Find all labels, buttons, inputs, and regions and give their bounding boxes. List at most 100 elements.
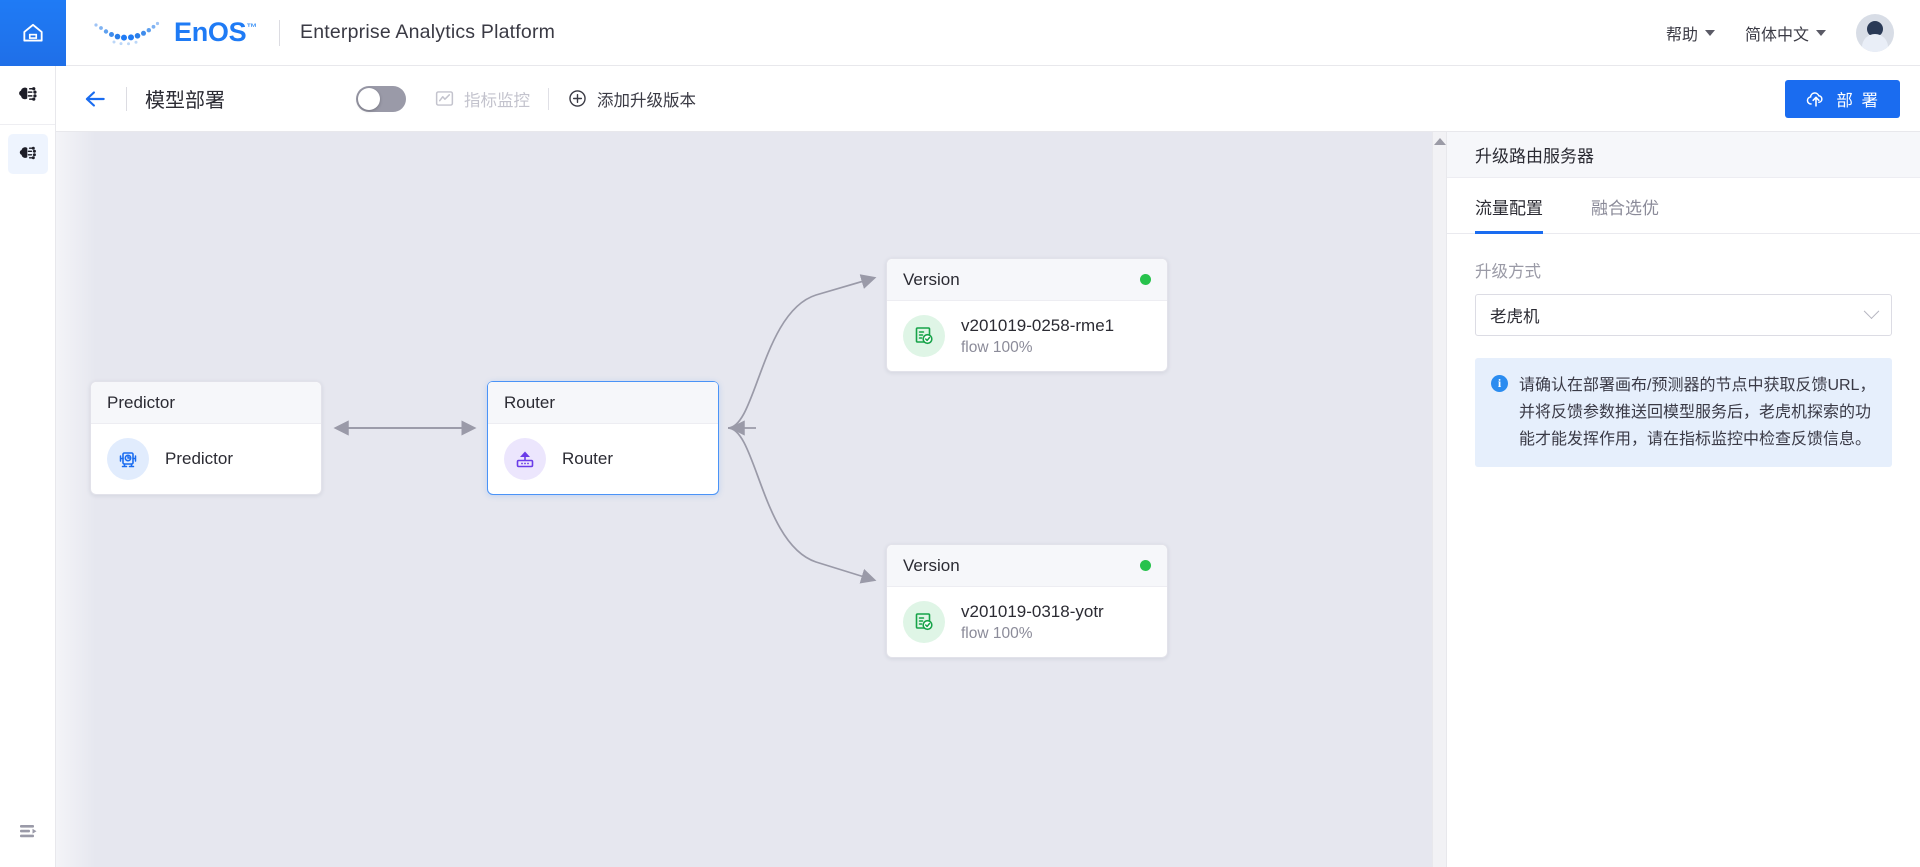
node-body: v201019-0318-yotr flow 100% — [887, 587, 1167, 657]
node-header-label: Predictor — [107, 392, 176, 412]
ai-model-icon — [19, 146, 36, 160]
add-upgrade-version-label: 添加升级版本 — [597, 91, 696, 110]
avatar[interactable] — [1856, 13, 1894, 52]
node-header: Version — [887, 259, 1167, 301]
node-label: Router — [562, 449, 614, 468]
node-header: Version — [887, 545, 1167, 587]
tab-fusion-optimization[interactable]: 融合选优 — [1591, 194, 1659, 233]
node-version-1[interactable]: Version v201019-0258-rme1 flow 100% — [886, 258, 1168, 372]
tab-traffic-config[interactable]: 流量配置 — [1475, 194, 1543, 234]
page-toolbar: 模型部署 指标监控 添加升级版本 部 署 — [56, 66, 1920, 132]
add-upgrade-version-button[interactable]: 添加升级版本 — [567, 87, 696, 111]
sidebar-item-model-deployment[interactable] — [0, 125, 56, 183]
home-button[interactable] — [0, 0, 66, 66]
canvas-scrollbar[interactable] — [1432, 132, 1446, 867]
node-body: Predictor — [91, 424, 321, 494]
node-label: v201019-0258-rme1 — [961, 315, 1115, 335]
collapse-panel-icon — [20, 825, 37, 838]
node-texts: Predictor — [165, 449, 233, 469]
tab-label: 流量配置 — [1475, 199, 1543, 218]
back-arrow-icon[interactable] — [82, 86, 108, 112]
header-divider — [279, 19, 281, 46]
brand-wordmark: EnOS™ — [174, 17, 257, 48]
router-icon — [504, 438, 546, 480]
deploy-button[interactable]: 部 署 — [1785, 79, 1900, 118]
ai-model-icon — [19, 87, 37, 101]
node-header: Router — [488, 382, 718, 424]
help-label: 帮助 — [1665, 26, 1698, 44]
toolbar-divider-2 — [548, 87, 549, 110]
collapse-sidebar-button[interactable] — [0, 803, 56, 859]
node-texts: Router — [562, 449, 613, 469]
toggle-knob — [358, 87, 380, 110]
version-glyph-icon — [915, 613, 933, 631]
info-banner-text: 请确认在部署画布/预测器的节点中获取反馈URL，并将反馈参数推送回模型服务后，老… — [1519, 377, 1876, 448]
version-glyph-icon — [915, 327, 933, 345]
node-flow-value: flow 100% — [961, 624, 1033, 642]
cloud-upload-icon — [1807, 91, 1824, 107]
info-icon: i — [1491, 375, 1508, 392]
tab-label: 融合选优 — [1591, 199, 1659, 218]
toolbar-divider — [126, 86, 127, 111]
app-header: EnOS™ Enterprise Analytics Platform 帮助 简… — [0, 0, 1920, 66]
node-predictor[interactable]: Predictor Predictor — [90, 381, 322, 495]
deploy-label: 部 署 — [1836, 91, 1880, 110]
brand-tm: ™ — [246, 22, 258, 34]
upgrade-method-label: 升级方式 — [1475, 263, 1541, 281]
chart-monitor-icon — [435, 91, 454, 106]
edge-router-version-2 — [727, 427, 877, 584]
right-config-panel: 升级路由服务器 流量配置 融合选优 升级方式 老虎机 i 请确认在部署画布/预测… — [1446, 132, 1920, 867]
panel-tabs: 流量配置 融合选优 — [1447, 194, 1920, 234]
node-header-label: Version — [903, 269, 960, 289]
rail-chip-active — [8, 134, 48, 174]
left-rail — [0, 66, 56, 867]
version-check-icon — [903, 601, 945, 643]
node-version-2[interactable]: Version v201019-0318-yotr flow 100% — [886, 544, 1168, 658]
edge-router-version-1 — [727, 274, 877, 429]
router-glyph-icon — [516, 451, 534, 468]
chevron-down-icon — [1863, 302, 1880, 319]
chevron-down-icon — [1704, 29, 1715, 36]
rail-chip — [8, 75, 48, 115]
info-banner: i 请确认在部署画布/预测器的节点中获取反馈URL，并将反馈参数推送回模型服务后… — [1475, 358, 1892, 467]
metric-monitor-toggle[interactable] — [356, 85, 406, 112]
status-badge — [1140, 560, 1151, 571]
header-actions: 帮助 简体中文 — [1666, 0, 1920, 65]
version-check-icon — [903, 315, 945, 357]
node-header-label: Version — [903, 555, 960, 575]
node-flow-value: flow 100% — [961, 338, 1033, 356]
avatar-body — [1862, 33, 1888, 52]
language-menu[interactable]: 简体中文 — [1745, 21, 1826, 45]
help-menu[interactable]: 帮助 — [1666, 21, 1715, 45]
node-texts: v201019-0258-rme1 flow 100% — [961, 316, 1114, 357]
panel-title: 升级路由服务器 — [1447, 132, 1920, 178]
node-body: Router — [488, 424, 718, 494]
scroll-up-arrow-icon[interactable] — [1433, 138, 1446, 145]
node-texts: v201019-0318-yotr flow 100% — [961, 602, 1104, 643]
home-icon — [23, 23, 43, 42]
predictor-icon — [107, 438, 149, 480]
node-router[interactable]: Router Router — [487, 381, 719, 495]
predictor-glyph-icon — [119, 452, 137, 468]
toolbar-middle-group: 指标监控 添加升级版本 — [356, 85, 696, 112]
upgrade-method-select[interactable]: 老虎机 — [1475, 294, 1892, 336]
canvas-edges — [333, 274, 877, 584]
language-label: 简体中文 — [1744, 26, 1809, 44]
node-label: v201019-0318-yotr — [961, 601, 1104, 621]
sidebar-item-models[interactable] — [0, 66, 56, 124]
page-title: 模型部署 — [145, 90, 225, 112]
node-header: Predictor — [91, 382, 321, 424]
node-label: Predictor — [165, 449, 234, 468]
node-header-label: Router — [504, 392, 556, 412]
deployment-canvas[interactable]: Predictor Predictor Router Router Versio… — [56, 132, 1432, 867]
product-name: Enterprise Analytics Platform — [300, 21, 556, 43]
brand-en: EnOS — [174, 17, 247, 47]
node-body: v201019-0258-rme1 flow 100% — [887, 301, 1167, 371]
brand[interactable]: EnOS™ — [66, 0, 257, 65]
chevron-down-icon — [1816, 29, 1826, 36]
select-value: 老虎机 — [1490, 308, 1540, 326]
status-badge — [1140, 274, 1151, 285]
metric-monitor-button[interactable]: 指标监控 — [434, 87, 530, 111]
enos-dots-logo-icon — [94, 21, 160, 45]
plus-circle-icon — [569, 90, 586, 107]
